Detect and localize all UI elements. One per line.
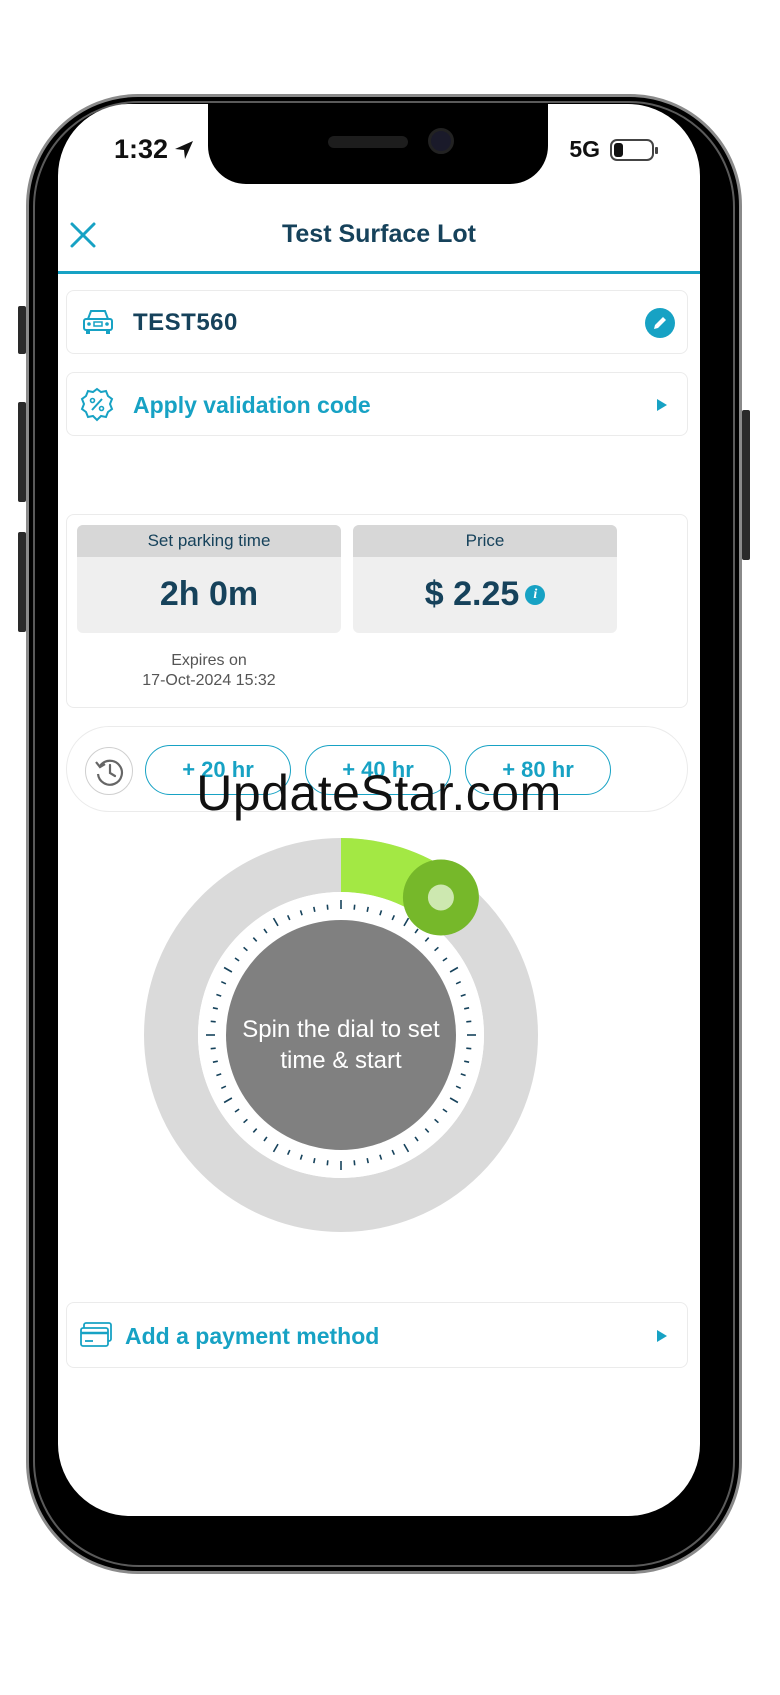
dial-tick [210, 1047, 216, 1050]
dial-tick [313, 1158, 316, 1164]
edit-pencil-icon[interactable] [645, 308, 675, 338]
percent-badge-icon [80, 387, 114, 422]
price-value: $ 2.25 [424, 575, 520, 613]
volume-down-button [18, 532, 26, 632]
dial-prompt: Spin the dial to set time & start [242, 1016, 440, 1074]
dial-tick [464, 1060, 470, 1063]
plate-number: TEST560 [133, 309, 238, 336]
dial-tick [366, 1158, 369, 1164]
dial-tick [366, 906, 369, 912]
watermark: UpdateStar.com [196, 765, 562, 821]
payment-method-row[interactable]: Add a payment method [66, 1302, 688, 1368]
price-label: Price [353, 525, 617, 557]
power-button [742, 410, 750, 560]
dial-tick [212, 1007, 218, 1010]
dial-knob-center [427, 884, 454, 911]
payment-label: Add a payment method [125, 1323, 380, 1349]
status-time: 1:32 [114, 134, 194, 165]
network-label: 5G [569, 136, 600, 162]
speaker-grille [328, 136, 408, 148]
page-title: Test Surface Lot [281, 220, 477, 248]
dial-tick [464, 1007, 470, 1010]
expires-label: Expires on [171, 652, 247, 669]
dial-tick [313, 906, 316, 912]
header-bar: Test Surface Lot [58, 212, 700, 274]
price-panel: Price $ 2.25 i [353, 525, 617, 633]
location-arrow-icon [175, 140, 194, 159]
dial-tick [353, 904, 356, 910]
chevron-right-icon [657, 1330, 667, 1342]
expires-info: Expires on 17-Oct-2024 15:32 [77, 651, 341, 691]
expires-value: 17-Oct-2024 15:32 [142, 672, 276, 689]
dial-tick [326, 1160, 329, 1166]
dial-tick [466, 1047, 472, 1050]
dial-tick [212, 1060, 218, 1063]
vehicle-row[interactable]: TEST560 [66, 290, 688, 354]
app-screen: 1:32 5G Test Surface Lot TEST560 Apply v… [58, 104, 700, 1516]
credit-card-icon [80, 1322, 112, 1347]
notch [208, 104, 548, 184]
status-right: 5G [569, 136, 658, 163]
dial-tick [326, 904, 329, 910]
validation-label: Apply validation code [133, 392, 371, 418]
info-icon[interactable]: i [525, 584, 546, 605]
volume-up-button [18, 402, 26, 502]
dial-tick [210, 1020, 216, 1023]
dial-tick [466, 1020, 472, 1023]
parking-time-panel: Set parking time 2h 0m [77, 525, 341, 633]
chevron-right-icon [657, 399, 667, 411]
parking-time-value: 2h 0m [159, 575, 259, 613]
mute-switch [18, 306, 26, 354]
parking-time-label: Set parking time [77, 525, 341, 557]
parking-summary-card: Set parking time 2h 0m Price $ 2.25 i Ex… [66, 514, 688, 708]
dial-tick [353, 1160, 356, 1166]
car-icon [83, 310, 113, 334]
validation-row[interactable]: Apply validation code [66, 372, 688, 436]
device-stage: 1:32 5G Test Surface Lot TEST560 Apply v… [0, 0, 780, 1695]
battery-icon [610, 138, 658, 161]
front-camera [428, 128, 454, 154]
